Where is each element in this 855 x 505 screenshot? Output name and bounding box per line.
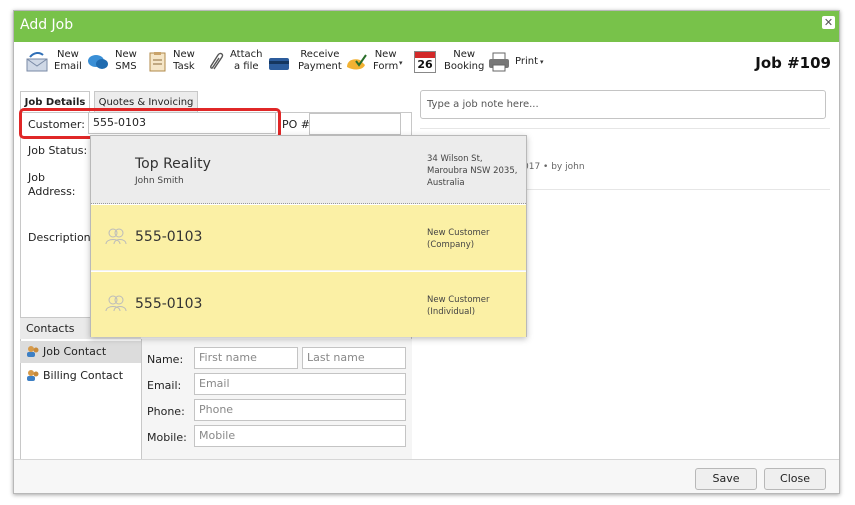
suggestion-new-company[interactable]: 555-0103 New Customer (Company): [91, 205, 526, 271]
titlebar: Add Job ✕: [14, 11, 839, 42]
job-contact-item[interactable]: Job Contact: [20, 341, 141, 363]
person-icon: [27, 346, 39, 357]
new-email-button[interactable]: New Email: [26, 47, 82, 83]
suggestion-name: Top Reality: [135, 156, 211, 172]
add-job-dialog: Add Job ✕ New Email New SMS New Task Att…: [13, 10, 840, 494]
name-label: Name:: [147, 353, 184, 366]
new-form-button[interactable]: New Form ▾: [345, 47, 405, 83]
suggestion-type: New Customer (Individual): [427, 295, 490, 317]
chevron-down-icon: ▾: [399, 59, 403, 67]
suggestion-new-individual[interactable]: 555-0103 New Customer (Individual): [91, 272, 526, 337]
credit-card-icon: [269, 58, 289, 70]
new-booking-button[interactable]: 26 New Booking: [414, 47, 485, 83]
suggestion-existing-customer[interactable]: Top Reality John Smith 34 Wilson St, Mar…: [91, 136, 526, 204]
suggestion-address: 34 Wilson St, Maroubra NSW 2035, Austral…: [427, 154, 518, 188]
activity-meta: 017 • by john: [523, 162, 585, 172]
sms-icon: [88, 55, 108, 69]
po-input[interactable]: [309, 113, 401, 135]
mobile-label: Mobile:: [147, 431, 187, 444]
calendar-icon: 26: [414, 51, 436, 73]
new-sms-button[interactable]: New SMS: [87, 47, 139, 83]
job-contact-label: Job Contact: [43, 345, 107, 358]
close-button[interactable]: Close: [764, 468, 826, 490]
job-status-label: Job Status:: [28, 144, 88, 157]
suggestion-type: New Customer (Company): [427, 228, 490, 250]
po-label: PO #: [282, 118, 311, 131]
new-task-label: New Task: [173, 49, 195, 72]
email-label: Email:: [147, 379, 182, 392]
new-email-label: New Email: [54, 49, 82, 72]
person-icon: [27, 370, 39, 381]
form-icon: [347, 54, 367, 70]
chevron-down-icon: ▾: [540, 58, 544, 66]
email-input[interactable]: Email: [194, 373, 406, 395]
mobile-input[interactable]: Mobile: [194, 425, 406, 447]
suggestion-name: 555-0103: [135, 229, 203, 245]
phone-label: Phone:: [147, 405, 185, 418]
new-booking-label: New Booking: [444, 49, 485, 72]
calendar-day: 26: [417, 58, 433, 71]
customer-suggestions-dropdown: Top Reality John Smith 34 Wilson St, Mar…: [90, 135, 527, 337]
dialog-footer: Save Close: [14, 459, 839, 493]
printer-icon: [489, 52, 509, 72]
receive-payment-label: Receive Payment: [298, 49, 342, 72]
new-form-label: New Form: [373, 49, 399, 72]
email-icon: [26, 51, 48, 72]
paperclip-icon: [210, 52, 224, 70]
job-note-input[interactable]: Type a job note here...: [420, 90, 826, 119]
last-name-input[interactable]: Last name: [302, 347, 406, 369]
description-label: Description:: [28, 231, 95, 244]
print-label: Print: [515, 56, 539, 67]
suggestion-name: 555-0103: [135, 296, 203, 312]
billing-contact-label: Billing Contact: [43, 369, 124, 382]
task-icon: [149, 52, 166, 72]
job-number: Job #109: [755, 54, 831, 72]
new-task-button[interactable]: New Task: [147, 47, 197, 83]
toolbar: New Email New SMS New Task Attach a file: [14, 42, 839, 87]
new-sms-label: New SMS: [115, 49, 137, 72]
receive-payment-button[interactable]: Receive Payment: [268, 47, 342, 83]
close-icon[interactable]: ✕: [822, 16, 835, 29]
print-button[interactable]: Print ▾: [488, 47, 550, 83]
job-address-label: Job Address:: [28, 171, 76, 198]
attach-file-label: Attach a file: [230, 49, 263, 72]
attach-file-button[interactable]: Attach a file: [206, 47, 262, 83]
first-name-input[interactable]: First name: [194, 347, 298, 369]
divider: [420, 128, 830, 129]
save-button[interactable]: Save: [695, 468, 757, 490]
billing-contact-item[interactable]: Billing Contact: [20, 365, 141, 387]
phone-input[interactable]: Phone: [194, 399, 406, 421]
suggestion-contact: John Smith: [135, 176, 184, 186]
dialog-title: Add Job: [20, 17, 74, 33]
people-icon: [105, 228, 127, 245]
people-icon: [105, 295, 127, 312]
